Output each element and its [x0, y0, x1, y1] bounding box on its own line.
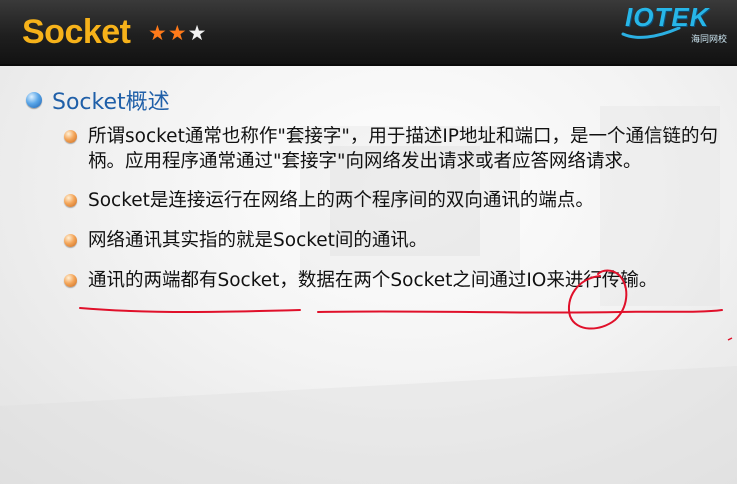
list-item-text: 网络通讯其实指的就是Socket间的通讯。	[88, 230, 428, 251]
section-heading-text: Socket概述	[52, 90, 170, 115]
star-filled-icon: ★	[167, 21, 188, 45]
star-filled-icon: ★	[148, 21, 168, 45]
logo-text: IOTEK	[625, 2, 710, 32]
slide-title: Socket	[22, 13, 131, 51]
difficulty-stars: ★★★	[148, 23, 207, 44]
orange-bullet-icon	[64, 234, 77, 247]
orange-bullet-icon	[64, 274, 77, 287]
slide-content: Socket概述 所谓socket通常也称作"套接字"，用于描述IP地址和端口，…	[0, 66, 737, 484]
star-empty-icon: ★	[187, 21, 208, 45]
logo-subtitle: 海同网校	[690, 35, 727, 45]
orange-bullet-icon	[64, 130, 77, 143]
bullet-list: 所谓socket通常也称作"套接字"，用于描述IP地址和端口，是一个通信链的句柄…	[63, 124, 723, 308]
section-heading: Socket概述	[26, 87, 170, 115]
list-item-text: 通讯的两端都有Socket，数据在两个Socket之间通过IO来进行传输。	[88, 270, 658, 291]
list-item-text: Socket是连接运行在网络上的两个程序间的双向通讯的端点。	[88, 190, 594, 211]
iotek-logo: IOTEK 海同网校	[621, 2, 729, 48]
list-item: 网络通讯其实指的就是Socket间的通讯。	[63, 228, 723, 253]
list-item-text: 所谓socket通常也称作"套接字"，用于描述IP地址和端口，是一个通信链的句柄…	[88, 126, 718, 172]
list-item: Socket是连接运行在网络上的两个程序间的双向通讯的端点。	[63, 188, 723, 213]
list-item: 所谓socket通常也称作"套接字"，用于描述IP地址和端口，是一个通信链的句柄…	[63, 124, 723, 174]
blue-bullet-icon	[26, 92, 42, 108]
list-item: 通讯的两端都有Socket，数据在两个Socket之间通过IO来进行传输。	[63, 268, 723, 293]
orange-bullet-icon	[64, 194, 77, 207]
slide-header: Socket ★★★ IOTEK 海同网校	[0, 0, 737, 66]
